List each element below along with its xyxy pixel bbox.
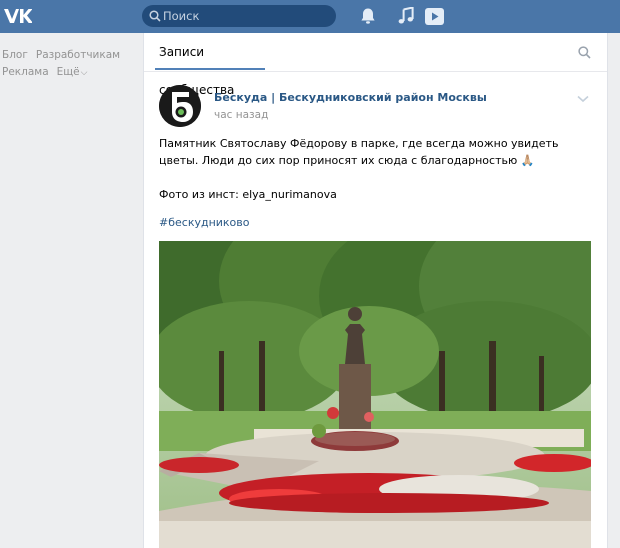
- bell-icon[interactable]: [360, 7, 376, 25]
- left-menu-links: Блог Разработчикам Реклама Ещё⌵: [2, 47, 137, 82]
- music-icon[interactable]: [398, 7, 414, 25]
- post-text-main: Памятник Святославу Фёдорову в парке, гд…: [159, 137, 559, 167]
- search-icon[interactable]: [578, 46, 591, 59]
- search-input[interactable]: [163, 7, 329, 25]
- developers-link[interactable]: Разработчикам: [36, 49, 120, 61]
- search-icon: [149, 10, 161, 22]
- chevron-down-icon: ⌵: [80, 68, 88, 78]
- search-field[interactable]: [142, 5, 336, 27]
- top-header: [0, 0, 620, 33]
- chevron-down-icon[interactable]: [577, 95, 589, 103]
- ads-link[interactable]: Реклама: [2, 66, 49, 78]
- monument-photo-image: [159, 241, 591, 548]
- play-icon[interactable]: [425, 8, 444, 25]
- post-body: Памятник Святославу Фёдорову в парке, гд…: [159, 135, 599, 203]
- post-photo[interactable]: [159, 241, 591, 548]
- post-text-credit: Фото из инст: elya_nurimanova: [159, 188, 337, 201]
- post-hashtag-link[interactable]: #бескудниково: [159, 216, 250, 229]
- community-avatar[interactable]: [159, 85, 201, 127]
- post-author-link[interactable]: Бескуда | Бескудниковский район Москвы: [214, 91, 487, 104]
- post-time[interactable]: час назад: [214, 109, 268, 121]
- more-link-label: Ещё: [56, 66, 80, 78]
- more-link[interactable]: Ещё⌵: [57, 66, 96, 78]
- wall-tabs: Записи сообщества: [144, 33, 607, 97]
- tab-community-posts[interactable]: Записи сообщества: [155, 33, 265, 97]
- blog-link[interactable]: Блог: [2, 49, 28, 61]
- avatar-logo-icon: [159, 85, 201, 127]
- vk-logo-icon[interactable]: [2, 5, 32, 27]
- community-wall: Записи сообщества Бескуда | Бескудниковс…: [143, 33, 608, 548]
